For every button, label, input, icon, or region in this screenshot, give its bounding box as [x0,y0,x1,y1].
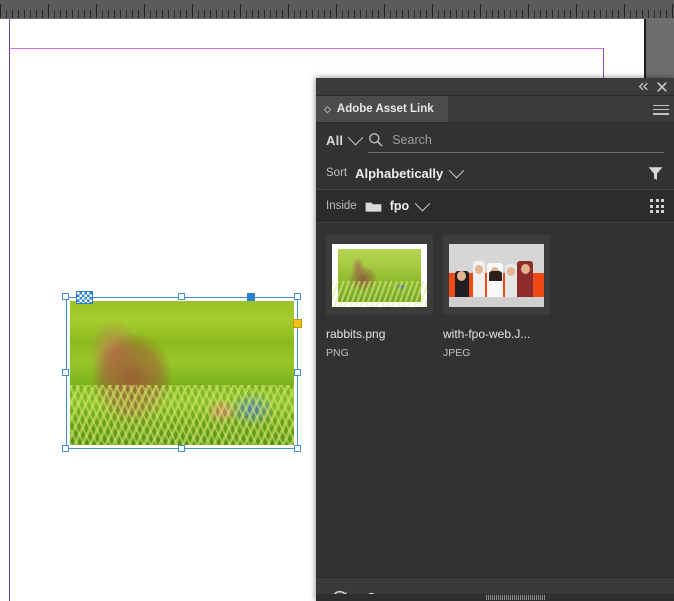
selection-handle-active[interactable] [247,293,255,301]
asset-thumbnail[interactable] [443,235,550,315]
folder-icon [365,202,382,212]
collapse-to-icons-icon[interactable] [636,80,650,93]
chevron-down-icon[interactable] [448,162,465,178]
search-icon [369,133,383,147]
search-input[interactable] [390,131,664,148]
filter-funnel-icon[interactable] [647,165,664,182]
selection-handle-middle-left[interactable] [62,369,69,376]
frame-fitting-handle[interactable] [293,319,302,328]
grid-view-icon[interactable] [650,199,664,213]
asset-type: JPEG [443,347,471,359]
search-field-wrapper[interactable] [368,128,664,153]
asset-name: rabbits.png [326,327,386,341]
content-grabber-icon[interactable] [76,291,93,304]
panel-title: Adobe Asset Link [336,103,434,115]
chevron-down-icon[interactable] [414,195,431,211]
close-icon[interactable] [655,80,669,93]
panel-drag-handle-icon[interactable]: ◇ [324,104,331,114]
column-guide-left [9,19,10,601]
breadcrumb-folder-name[interactable]: fpo [390,199,409,213]
sort-value[interactable]: Alphabetically [355,166,443,181]
scrollbar-thumb[interactable] [486,595,546,600]
selection-handle-top-left[interactable] [62,293,69,300]
chevron-down-icon[interactable] [347,129,364,145]
rabbits-thumbnail [332,243,427,307]
selection-handle-top-right[interactable] [294,293,301,300]
panel-tabstrip[interactable]: ◇ Adobe Asset Link [316,96,674,123]
asset-thumbnail[interactable] [326,235,433,315]
selection-handle-middle-right[interactable] [294,369,301,376]
breadcrumb-label: Inside [326,200,357,212]
selection-bounding-box [66,297,298,449]
margin-guide-top [9,48,604,49]
panel-horizontal-scrollbar[interactable] [316,594,674,601]
adobe-asset-link-panel[interactable]: ◇ Adobe Asset Link All Search Sort Alpha… [316,78,674,601]
indesign-workspace: ◇ Adobe Asset Link All Search Sort Alpha… [0,0,674,601]
selection-handle-top-center[interactable] [178,293,185,300]
sort-label: Sort [326,167,348,179]
asset-type: PNG [326,347,349,359]
asset-item[interactable]: with-fpo-web.J... JPEG [443,235,550,359]
team-photo-thumbnail [449,243,544,307]
horizontal-ruler[interactable] [0,0,674,19]
selection-handle-bottom-left[interactable] [62,445,69,452]
asset-type-filter[interactable]: All [326,133,343,148]
panel-menu-icon[interactable] [653,102,669,116]
selection-handle-bottom-center[interactable] [178,445,185,452]
placed-image-frame[interactable] [62,291,302,452]
search-row: All [316,123,674,157]
tab-adobe-asset-link[interactable]: ◇ Adobe Asset Link [316,96,448,122]
asset-name: with-fpo-web.J... [443,327,531,341]
panel-body: All Sort Alphabetically [316,123,674,577]
panel-titlebar[interactable] [316,78,674,96]
selection-handle-bottom-right[interactable] [294,445,301,452]
asset-item[interactable]: rabbits.png PNG [326,235,433,359]
asset-grid[interactable]: rabbits.png PNG with-fpo-web.J... JPEG [316,223,674,577]
breadcrumb: Inside fpo [316,190,674,223]
sort-row: Sort Alphabetically [316,157,674,190]
